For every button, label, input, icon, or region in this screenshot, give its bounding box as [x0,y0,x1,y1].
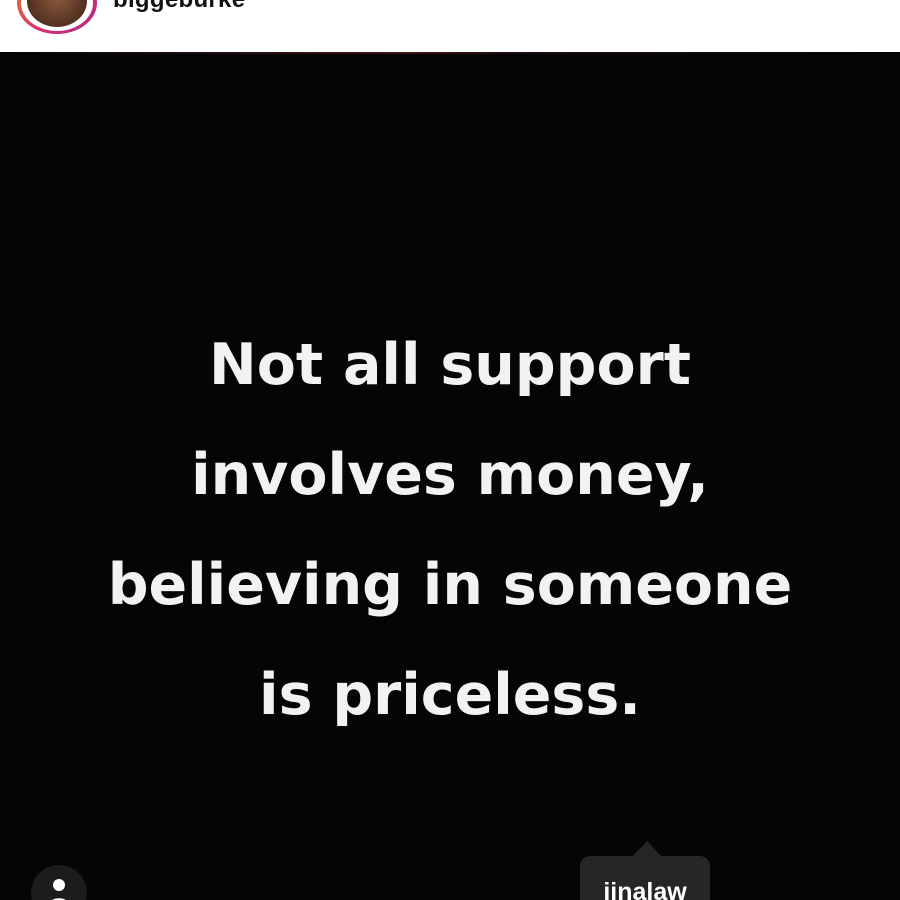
post-header: biggeburke [0,0,900,52]
user-tag-label: jinalaw [603,878,687,900]
username[interactable]: biggeburke [113,0,245,14]
tag-pointer [632,841,662,857]
post-screen: biggeburke Not all support involves mone… [0,0,900,900]
profile-avatar[interactable] [17,0,97,34]
person-icon [52,879,66,900]
quote-line-1: Not all support [209,332,691,398]
quote-text: Not all support involves money, believin… [0,310,900,750]
avatar-image [21,0,93,31]
quote-line-3: believing in someone [107,552,793,618]
user-tag-bubble[interactable]: jinalaw [580,856,710,900]
post-image[interactable]: Not all support involves money, believin… [0,52,900,900]
quote-line-2: involves money, [191,442,709,508]
quote-line-4: is priceless. [259,662,641,728]
image-top-edge [0,52,900,54]
avatar-photo [27,0,87,27]
